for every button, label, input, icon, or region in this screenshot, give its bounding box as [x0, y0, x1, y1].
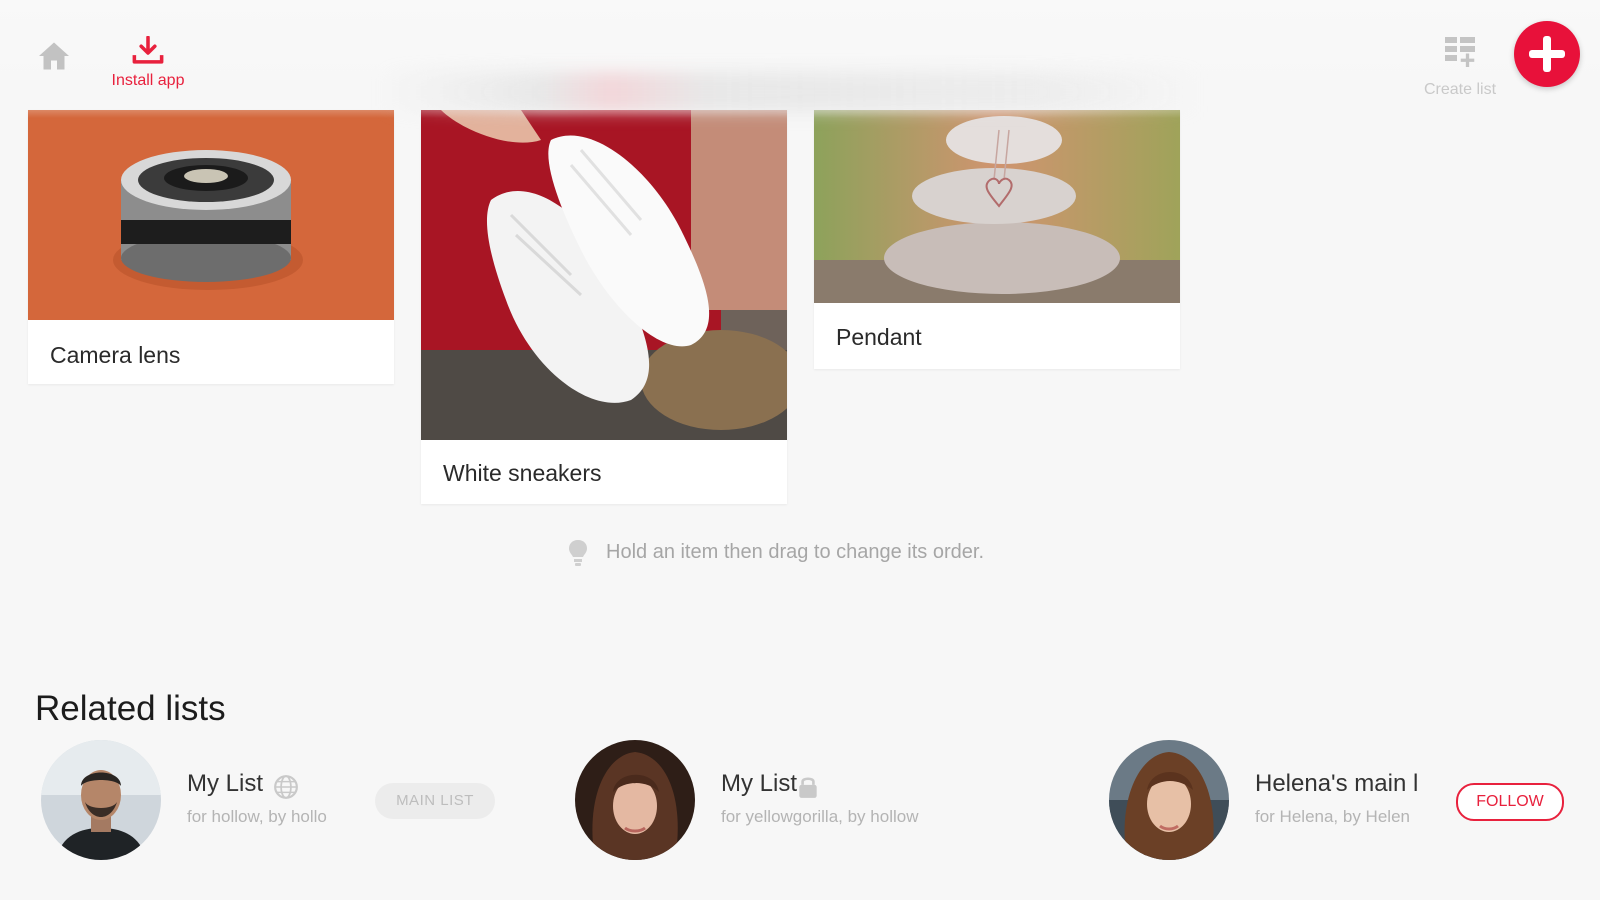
- globe-icon: [274, 775, 298, 799]
- add-item-button[interactable]: [1514, 21, 1580, 87]
- top-bar: Install app Create list: [0, 0, 1600, 118]
- camera-lens-image: [28, 110, 394, 320]
- create-list-label: Create list: [1423, 81, 1497, 98]
- list-subtitle: for yellowgorilla, by hollow: [721, 807, 919, 826]
- item-caption: White sneakers: [443, 460, 602, 486]
- lightbulb-icon: [569, 540, 587, 566]
- item-caption: Camera lens: [50, 342, 181, 368]
- avatar: [1109, 740, 1229, 860]
- pendant-image: [814, 110, 1180, 303]
- follow-button[interactable]: FOLLOW: [1456, 783, 1564, 821]
- item-card-pendant[interactable]: Pendant: [814, 110, 1180, 369]
- related-lists-title: Related lists: [35, 689, 226, 729]
- install-app-label: Install app: [111, 72, 185, 89]
- item-card-camera-lens[interactable]: Camera lens: [28, 110, 394, 384]
- list-name: Helena's main l: [1255, 770, 1419, 797]
- item-caption: Pendant: [836, 324, 922, 350]
- related-list-item[interactable]: My List for yellowgorilla, by hollow: [575, 740, 1035, 862]
- create-list-icon: [1445, 37, 1475, 67]
- main-list-badge: MAIN LIST: [375, 783, 495, 819]
- list-subtitle: for hollow, by hollo: [187, 807, 327, 826]
- avatar: [575, 740, 695, 860]
- hint-text: Hold an item then drag to change its ord…: [606, 541, 985, 563]
- related-list-item[interactable]: My List for hollow, by hollo MAIN LIST: [41, 740, 501, 862]
- list-name: My List: [187, 770, 264, 797]
- create-list-button[interactable]: Create list: [1408, 34, 1512, 99]
- home-icon: [39, 42, 69, 70]
- avatar: [41, 740, 161, 860]
- list-name: My List: [721, 770, 798, 797]
- home-button[interactable]: [36, 38, 72, 74]
- blurred-search-area: [380, 72, 1200, 112]
- related-list-item[interactable]: Helena's main l for Helena, by Helen FOL…: [1109, 740, 1569, 862]
- list-subtitle: for Helena, by Helen: [1255, 807, 1410, 826]
- download-icon: [132, 36, 164, 64]
- lock-icon: [799, 777, 817, 798]
- install-app-button[interactable]: Install app: [100, 36, 196, 100]
- white-sneakers-image: [421, 110, 787, 440]
- item-card-white-sneakers[interactable]: White sneakers: [421, 110, 787, 504]
